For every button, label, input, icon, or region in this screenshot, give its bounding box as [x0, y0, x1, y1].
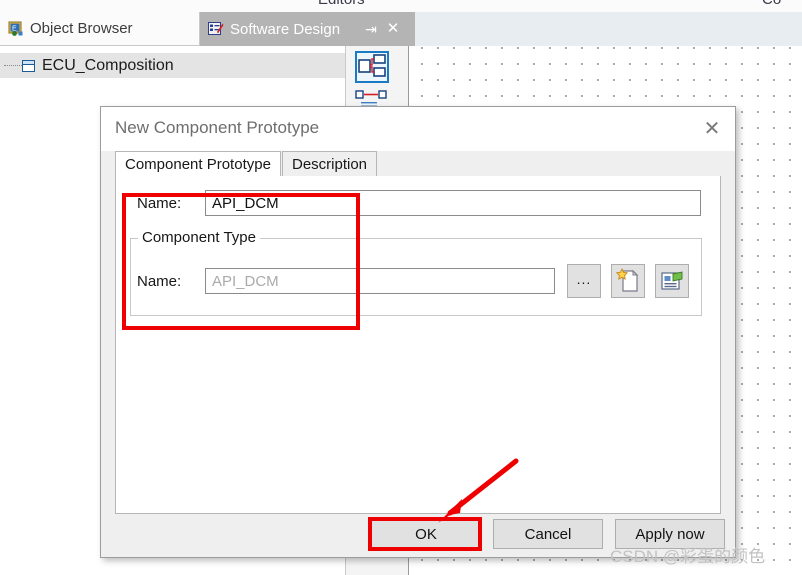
- component-type-group-label: Component Type: [138, 229, 260, 246]
- tab-software-design[interactable]: Software Design: [200, 12, 415, 46]
- component-type-name-input[interactable]: [205, 268, 555, 294]
- tree-connector-line: [4, 64, 22, 67]
- new-document-icon: [615, 267, 639, 292]
- ellipsis-icon: ...: [576, 270, 592, 287]
- component-type-name-label: Name:: [137, 273, 182, 290]
- dialog-title: New Component Prototype: [115, 118, 320, 137]
- tab-component-prototype[interactable]: Component Prototype: [115, 151, 281, 177]
- tree-item-label: ECU_Composition: [42, 56, 174, 74]
- tab-object-browser-label: Object Browser: [30, 20, 133, 37]
- edit-document-icon: [661, 271, 683, 290]
- tab-object-browser[interactable]: E Object Browser: [0, 12, 200, 46]
- tree-item-ecu-composition[interactable]: ECU_Composition: [0, 53, 345, 78]
- prototype-name-label: Name:: [137, 195, 182, 212]
- dialog-tab-strip: Component Prototype Description: [115, 151, 721, 178]
- object-browser-icon: E: [8, 21, 24, 37]
- apply-now-button[interactable]: Apply now: [615, 519, 725, 549]
- tab-description[interactable]: Description: [282, 151, 378, 177]
- component-tool-button[interactable]: [355, 51, 389, 83]
- menu-item-partial-right[interactable]: Co: [762, 0, 781, 8]
- composition-node-icon: [22, 59, 35, 72]
- editor-tab-bar: E Object Browser Software Design ⇥ ✕: [0, 12, 802, 46]
- new-component-prototype-dialog: New Component Prototype ✕ Component Prot…: [100, 106, 736, 558]
- component-prototype-panel: Name: Component Type Name: ...: [115, 176, 721, 514]
- cancel-button[interactable]: Cancel: [493, 519, 603, 549]
- close-icon[interactable]: ✕: [697, 115, 727, 143]
- new-type-button[interactable]: [611, 264, 645, 298]
- menu-item-editors[interactable]: Editors: [318, 0, 365, 8]
- tab-software-design-label: Software Design: [230, 20, 341, 38]
- tab-pin-icon[interactable]: ⇥: [363, 21, 379, 37]
- browse-type-button[interactable]: ...: [567, 264, 601, 298]
- dialog-titlebar: New Component Prototype ✕: [101, 107, 735, 151]
- prototype-name-input[interactable]: [205, 190, 701, 216]
- software-design-icon: [208, 21, 224, 37]
- ok-button[interactable]: OK: [371, 519, 481, 549]
- tab-close-icon[interactable]: ✕: [385, 21, 401, 37]
- edit-type-button[interactable]: [655, 264, 689, 298]
